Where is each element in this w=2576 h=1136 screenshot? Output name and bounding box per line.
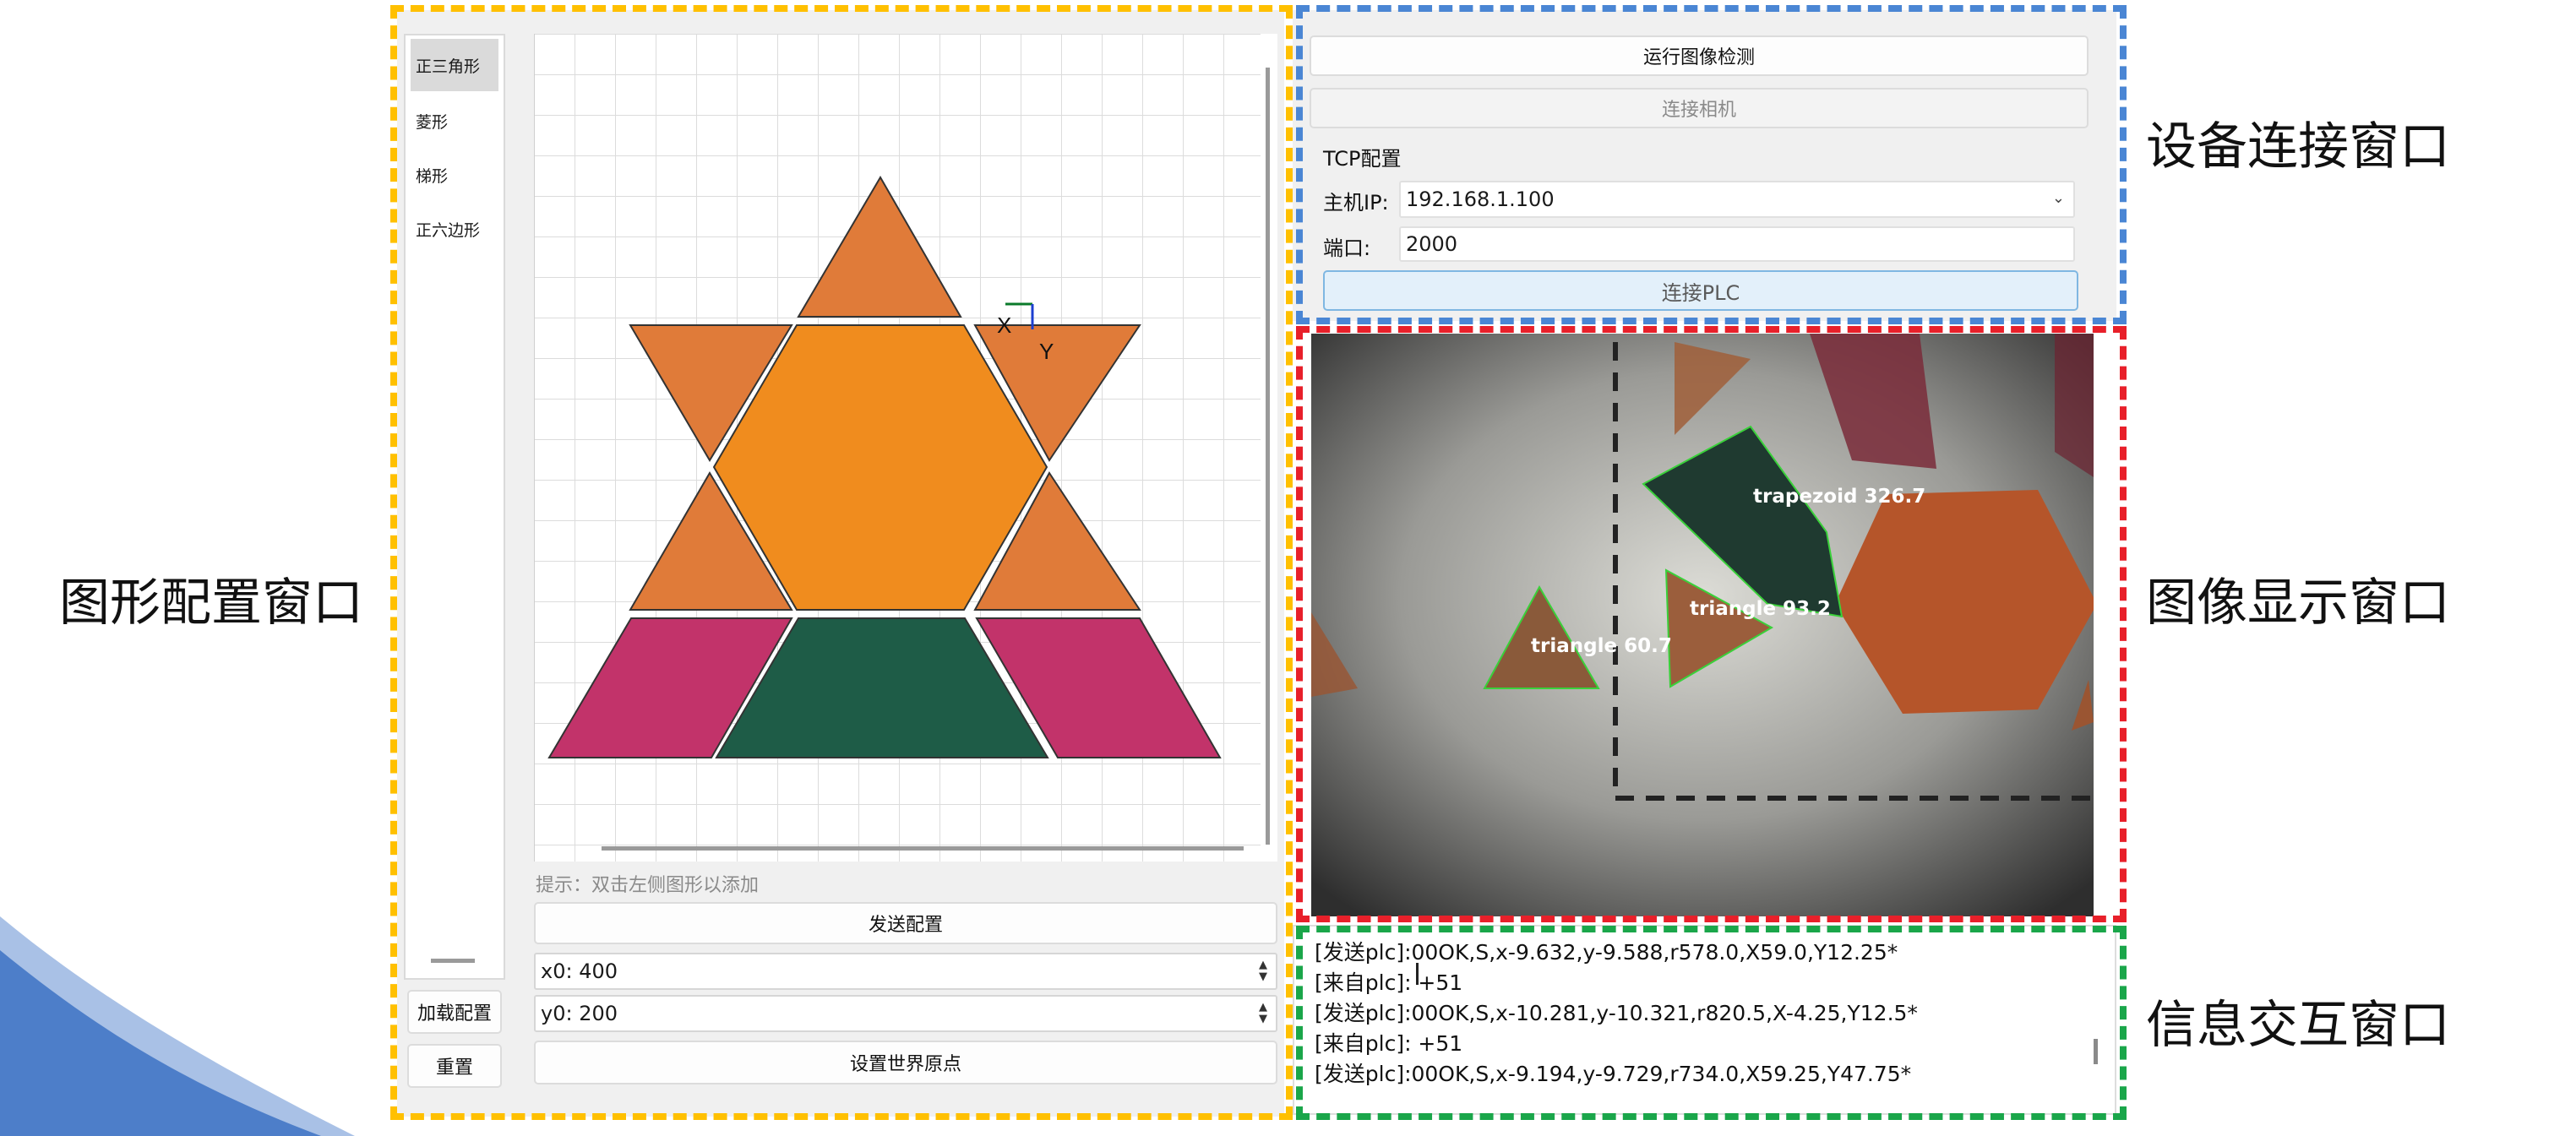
axis-x-label: X (997, 313, 1011, 338)
port-value: 2000 (1406, 232, 1458, 256)
host-ip-value: 192.168.1.100 (1406, 188, 1555, 211)
y0-value: y0: 200 (541, 1002, 618, 1025)
host-ip-select[interactable]: 192.168.1.100 ⌄ (1399, 181, 2075, 218)
tcp-group-title: TCP配置 (1323, 147, 1402, 171)
axis-y-label: Y (1039, 339, 1054, 364)
reset-button[interactable]: 重置 (407, 1044, 502, 1088)
detection-label-triangle-right: triangle 93.2 (1690, 598, 1831, 620)
shape-list-item-rhombus[interactable]: 菱形 (411, 95, 498, 147)
chevron-down-icon: ⌄ (2051, 189, 2065, 207)
x0-value: x0: 400 (541, 959, 618, 983)
shape-list-item-hexagon[interactable]: 正六边形 (411, 203, 498, 255)
log-line-2: [来自plc]: +51 (1315, 970, 1463, 995)
log-scrollbar-handle[interactable] (2094, 1039, 2098, 1064)
shape-canvas[interactable]: X Y (534, 34, 1277, 862)
send-config-button[interactable]: 发送配置 (534, 902, 1277, 944)
callout-image-display-window: 图像显示窗口 (2146, 573, 2450, 633)
x0-stepper-arrows[interactable]: ▲ ▼ (1255, 954, 1271, 988)
y0-stepper-arrows[interactable]: ▲ ▼ (1255, 997, 1271, 1030)
log-line-5: [发送plc]:00OK,S,x-9.194,y-9.729,r734.0,X5… (1315, 1062, 1912, 1086)
canvas-hint-text: 提示：双击左侧图形以添加 (536, 875, 760, 896)
camera-image-view[interactable] (1311, 334, 2094, 916)
callout-shape-config-window: 图形配置窗口 (59, 573, 363, 633)
port-input[interactable]: 2000 (1399, 226, 2075, 262)
x0-spinbox[interactable]: x0: 400 ▲ ▼ (534, 953, 1277, 990)
list-scrollbar-handle[interactable] (431, 959, 475, 963)
shape-list-item-trapezoid[interactable]: 梯形 (411, 149, 498, 201)
load-config-button[interactable]: 加载配置 (407, 990, 502, 1034)
canvas-vertical-scrollbar (1266, 68, 1270, 845)
port-label: 端口: (1323, 236, 1371, 260)
connect-camera-button[interactable]: 连接相机 (1310, 88, 2089, 128)
log-line-3: [发送plc]:00OK,S,x-10.281,y-10.321,r820.5,… (1315, 1001, 1918, 1025)
shape-list[interactable]: 正三角形 菱形 梯形 正六边形 (404, 34, 505, 980)
detection-label-trapezoid: trapezoid 326.7 (1753, 486, 1926, 508)
host-ip-label: 主机IP: (1323, 191, 1389, 215)
detection-label-triangle-left: triangle 60.7 (1531, 635, 1672, 657)
canvas-horizontal-scrollbar (602, 846, 1244, 851)
decorative-corner-swoosh (0, 916, 355, 1136)
callout-info-interaction-window: 信息交互窗口 (2146, 996, 2450, 1055)
log-line-4: [来自plc]: +51 (1315, 1031, 1463, 1056)
run-detection-button[interactable]: 运行图像检测 (1310, 35, 2089, 76)
callout-device-connect-window: 设备连接窗口 (2146, 117, 2450, 177)
y0-spinbox[interactable]: y0: 200 ▲ ▼ (534, 995, 1277, 1032)
set-world-origin-button[interactable]: 设置世界原点 (534, 1041, 1277, 1084)
shape-list-item-triangle[interactable]: 正三角形 (411, 39, 498, 91)
connect-plc-button[interactable]: 连接PLC (1323, 270, 2078, 311)
log-line-1: [发送plc]:00OK,S,x-9.632,y-9.588,r578.0,X5… (1315, 940, 1898, 965)
text-cursor-icon (1416, 963, 1419, 985)
